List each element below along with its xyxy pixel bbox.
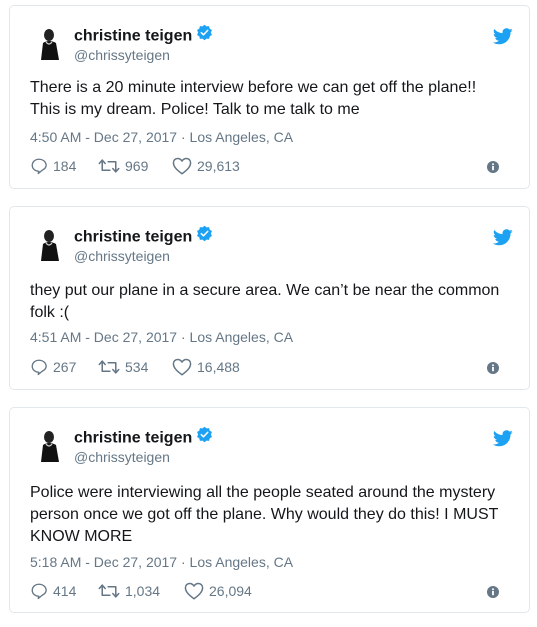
timestamp[interactable]: 4:51 AM - Dec 27, 2017	[30, 329, 177, 345]
tweet-text-line: folk :(	[30, 304, 70, 321]
timestamp[interactable]: 4:50 AM - Dec 27, 2017	[30, 129, 177, 145]
tweet-text-line: KNOW MORE	[30, 528, 133, 545]
tweet-card[interactable]: christine teigen @chrissyteigen There is…	[9, 5, 530, 189]
tweet-actions: 414 1,034 26,094	[30, 582, 515, 600]
like-count: 26,094	[209, 583, 252, 599]
verified-badge-icon	[196, 426, 213, 448]
reply-count: 184	[53, 158, 77, 174]
avatar[interactable]	[34, 26, 66, 62]
retweet-icon	[98, 582, 120, 600]
retweet-button[interactable]: 534	[98, 358, 148, 376]
tweet-text-line: person once we got off the plane. Why wo…	[30, 506, 499, 523]
twitter-bird-icon[interactable]	[492, 28, 513, 50]
like-count: 16,488	[197, 359, 240, 375]
location[interactable]: Los Angeles, CA	[190, 329, 294, 345]
location[interactable]: Los Angeles, CA	[190, 554, 294, 570]
like-icon	[184, 582, 204, 600]
info-icon[interactable]	[487, 361, 499, 377]
tweet-meta: 4:50 AM - Dec 27, 2017 · Los Angeles, CA	[30, 129, 294, 145]
retweet-count: 969	[125, 158, 149, 174]
reply-icon	[30, 358, 48, 376]
user-handle[interactable]: @chrissyteigen	[74, 47, 170, 63]
tweet-meta: 5:18 AM - Dec 27, 2017 · Los Angeles, CA	[30, 554, 294, 570]
reply-button[interactable]: 184	[30, 157, 76, 175]
twitter-bird-icon[interactable]	[492, 229, 513, 251]
retweet-icon	[98, 157, 120, 175]
tweet-meta: 4:51 AM - Dec 27, 2017 · Los Angeles, CA	[30, 329, 294, 345]
like-count: 29,613	[197, 158, 240, 174]
verified-badge-icon	[196, 225, 213, 247]
tweet-text: they put our plane in a secure area. We …	[30, 280, 513, 324]
reply-button[interactable]: 414	[30, 582, 76, 600]
reply-count: 414	[53, 583, 77, 599]
reply-icon	[30, 157, 48, 175]
info-icon[interactable]	[487, 585, 499, 601]
like-icon	[172, 358, 192, 376]
retweet-count: 1,034	[125, 583, 161, 599]
retweet-count: 534	[125, 359, 149, 375]
display-name[interactable]: christine teigen	[74, 24, 213, 46]
retweet-icon	[98, 358, 120, 376]
reply-count: 267	[53, 359, 77, 375]
location[interactable]: Los Angeles, CA	[190, 129, 294, 145]
tweet-text-line: they put our plane in a secure area. We …	[30, 282, 500, 299]
user-handle[interactable]: @chrissyteigen	[74, 248, 170, 264]
like-button[interactable]: 16,488	[172, 358, 240, 376]
info-icon[interactable]	[487, 160, 499, 176]
tweet-text: Police were interviewing all the people …	[30, 482, 513, 548]
tweet-actions: 267 534 16,488	[30, 358, 515, 376]
reply-icon	[30, 582, 48, 600]
user-handle[interactable]: @chrissyteigen	[74, 449, 170, 465]
twitter-bird-icon[interactable]	[492, 430, 513, 452]
timestamp[interactable]: 5:18 AM - Dec 27, 2017	[30, 554, 177, 570]
retweet-button[interactable]: 1,034	[98, 582, 160, 600]
like-button[interactable]: 26,094	[184, 582, 252, 600]
retweet-button[interactable]: 969	[98, 157, 148, 175]
tweet-text-line: This is my dream. Police! Talk to me tal…	[30, 101, 360, 118]
tweet-text-line: Police were interviewing all the people …	[30, 484, 496, 501]
reply-button[interactable]: 267	[30, 358, 76, 376]
tweet-text-line: There is a 20 minute interview before we…	[30, 79, 477, 96]
tweet-card[interactable]: christine teigen @chrissyteigen they put…	[9, 206, 530, 390]
tweet-actions: 184 969 29,613	[30, 157, 515, 175]
display-name[interactable]: christine teigen	[74, 225, 213, 247]
tweet-text: There is a 20 minute interview before we…	[30, 77, 513, 121]
tweet-card[interactable]: christine teigen @chrissyteigen Police w…	[9, 407, 530, 613]
verified-badge-icon	[196, 24, 213, 46]
like-icon	[172, 157, 192, 175]
like-button[interactable]: 29,613	[172, 157, 240, 175]
avatar[interactable]	[34, 428, 66, 464]
display-name[interactable]: christine teigen	[74, 426, 213, 448]
avatar[interactable]	[34, 227, 66, 263]
